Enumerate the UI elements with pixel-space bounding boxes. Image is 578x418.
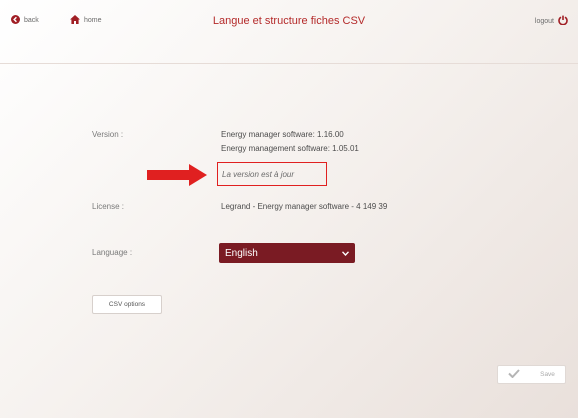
page-title: Langue et structure fiches CSV	[212, 15, 366, 27]
highlight-arrow-icon	[147, 164, 207, 191]
save-label: Save	[540, 371, 555, 378]
version-line-1: Energy manager software: 1.16.00	[221, 130, 344, 139]
header-divider	[0, 63, 578, 64]
top-bar: back home Langue et structure fiches CSV…	[0, 0, 578, 48]
version-line-2: Energy management software: 1.05.01	[221, 144, 359, 153]
power-icon	[558, 15, 568, 27]
chevron-down-icon	[341, 249, 350, 258]
check-icon	[508, 369, 520, 380]
save-button[interactable]: Save	[497, 365, 566, 384]
logout-label: logout	[534, 17, 554, 25]
version-status: La version est à jour	[217, 162, 327, 186]
csv-options-button[interactable]: CSV options	[92, 295, 162, 314]
version-label: Version :	[92, 130, 124, 139]
license-value: Legrand - Energy manager software - 4 14…	[221, 202, 388, 211]
license-label: License :	[92, 202, 125, 211]
language-label: Language :	[92, 248, 133, 257]
logout-button[interactable]: logout	[535, 15, 568, 27]
language-selected-value: English	[225, 247, 258, 259]
version-status-text: La version est à jour	[222, 169, 295, 179]
language-select[interactable]: English	[219, 243, 355, 263]
